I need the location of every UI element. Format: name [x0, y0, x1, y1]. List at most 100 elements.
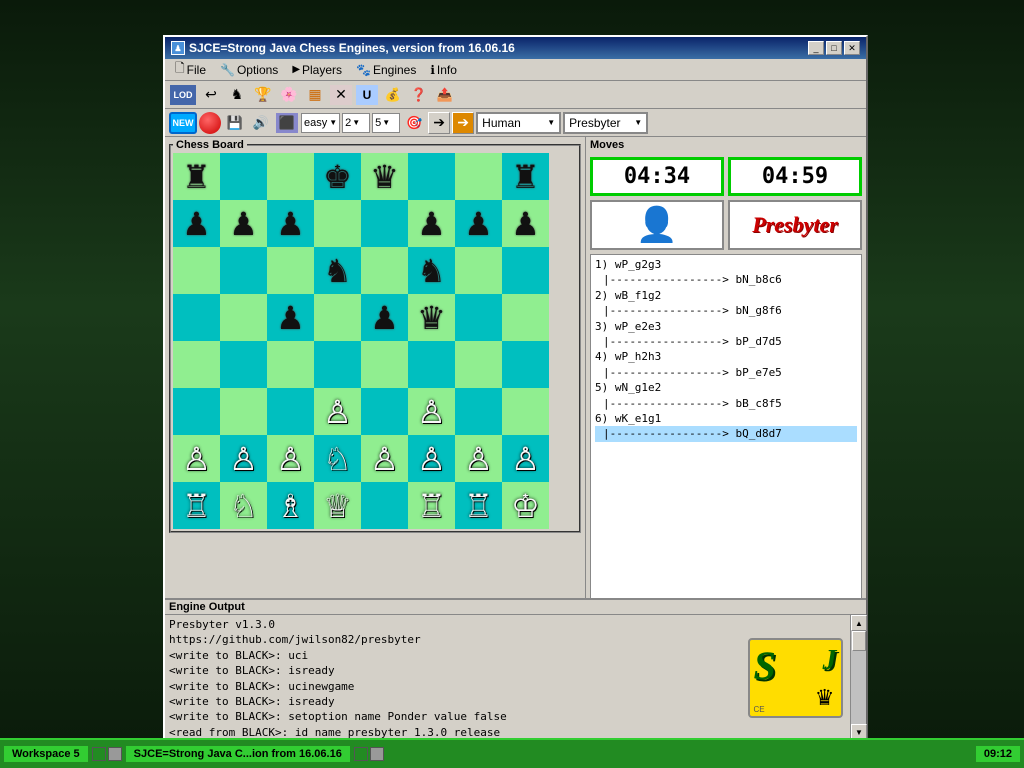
chess-board[interactable]: ♜♚♛♜♟♟♟♟♟♟♞♞♟♟♛♙♙♙♙♙♘♙♙♙♙♖♘♗♕♖♖♔ — [173, 153, 549, 529]
cell-7-0[interactable]: ♖ — [173, 482, 220, 529]
load-button[interactable]: LOD — [169, 84, 197, 106]
cell-7-2[interactable]: ♗ — [267, 482, 314, 529]
menu-players[interactable]: ▶ Players — [286, 62, 348, 78]
cell-5-3[interactable]: ♙ — [314, 388, 361, 435]
menu-options[interactable]: 🔧 Options — [214, 62, 284, 78]
undo-button[interactable]: ↩ — [199, 84, 223, 106]
cell-0-4[interactable]: ♛ — [361, 153, 408, 200]
cell-3-5[interactable]: ♛ — [408, 294, 455, 341]
new-button[interactable]: NEW — [169, 112, 197, 134]
cell-7-6[interactable]: ♖ — [455, 482, 502, 529]
cell-7-7[interactable]: ♔ — [502, 482, 549, 529]
engine-scrollbar[interactable]: ▲ ▼ — [850, 615, 866, 740]
taskbar-window-title[interactable]: SJCE=Strong Java C...ion from 16.06.16 — [126, 746, 350, 762]
forward-button[interactable]: 📤 — [433, 84, 457, 106]
cell-1-6[interactable]: ♟ — [455, 200, 502, 247]
cell-4-0[interactable] — [173, 341, 220, 388]
taskbar-dot-4[interactable] — [370, 747, 384, 761]
x-button[interactable]: ✕ — [329, 84, 353, 106]
cell-0-2[interactable] — [267, 153, 314, 200]
cell-2-6[interactable] — [455, 247, 502, 294]
cell-4-2[interactable] — [267, 341, 314, 388]
cell-2-1[interactable] — [220, 247, 267, 294]
cell-6-3[interactable]: ♘ — [314, 435, 361, 482]
close-button[interactable]: ✕ — [844, 41, 860, 55]
menu-engines[interactable]: 🐾 Engines — [350, 62, 422, 78]
cell-7-3[interactable]: ♕ — [314, 482, 361, 529]
cell-4-3[interactable] — [314, 341, 361, 388]
cell-2-4[interactable] — [361, 247, 408, 294]
cell-0-5[interactable] — [408, 153, 455, 200]
cell-5-4[interactable] — [361, 388, 408, 435]
cell-2-2[interactable] — [267, 247, 314, 294]
cell-3-3[interactable] — [314, 294, 361, 341]
cell-5-7[interactable] — [502, 388, 549, 435]
save-button[interactable]: 💾 — [223, 112, 247, 134]
scroll-thumb[interactable] — [852, 631, 866, 651]
cell-6-4[interactable]: ♙ — [361, 435, 408, 482]
human-dropdown[interactable]: Human ▼ — [476, 112, 561, 134]
cell-2-7[interactable] — [502, 247, 549, 294]
cell-5-0[interactable] — [173, 388, 220, 435]
menu-file[interactable]: 🗋 File — [169, 58, 212, 81]
cell-5-5[interactable]: ♙ — [408, 388, 455, 435]
help-button[interactable]: ❓ — [407, 84, 431, 106]
cell-0-3[interactable]: ♚ — [314, 153, 361, 200]
cell-4-4[interactable] — [361, 341, 408, 388]
flower-button[interactable]: 🌸 — [277, 84, 301, 106]
cell-0-6[interactable] — [455, 153, 502, 200]
trophy-button[interactable]: 🏆 — [251, 84, 275, 106]
cell-0-0[interactable]: ♜ — [173, 153, 220, 200]
board-button[interactable]: ⬛ — [275, 112, 299, 134]
cell-1-3[interactable] — [314, 200, 361, 247]
cell-1-5[interactable]: ♟ — [408, 200, 455, 247]
cell-3-6[interactable] — [455, 294, 502, 341]
cell-4-7[interactable] — [502, 341, 549, 388]
menu-info[interactable]: ℹ Info — [424, 62, 463, 78]
cell-6-5[interactable]: ♙ — [408, 435, 455, 482]
cell-2-5[interactable]: ♞ — [408, 247, 455, 294]
cell-4-5[interactable] — [408, 341, 455, 388]
cell-5-2[interactable] — [267, 388, 314, 435]
cell-4-6[interactable] — [455, 341, 502, 388]
cell-6-0[interactable]: ♙ — [173, 435, 220, 482]
cell-2-3[interactable]: ♞ — [314, 247, 361, 294]
coin-button[interactable]: 💰 — [381, 84, 405, 106]
minimize-button[interactable]: _ — [808, 41, 824, 55]
num2-dropdown[interactable]: 5 ▼ — [372, 113, 400, 133]
engine-dropdown[interactable]: Presbyter ▼ — [563, 112, 648, 134]
cell-3-4[interactable]: ♟ — [361, 294, 408, 341]
cell-6-1[interactable]: ♙ — [220, 435, 267, 482]
go-right-button[interactable]: ➔ — [428, 112, 450, 134]
workspace-dot-2[interactable] — [108, 747, 122, 761]
cell-0-1[interactable] — [220, 153, 267, 200]
volume-button[interactable]: 🔊 — [249, 112, 273, 134]
cell-6-6[interactable]: ♙ — [455, 435, 502, 482]
cell-2-0[interactable] — [173, 247, 220, 294]
cell-3-1[interactable] — [220, 294, 267, 341]
taskbar-dot-3[interactable] — [354, 747, 368, 761]
cell-7-1[interactable]: ♘ — [220, 482, 267, 529]
go-right2-button[interactable]: ➔ — [452, 112, 474, 134]
cell-6-2[interactable]: ♙ — [267, 435, 314, 482]
board2-button[interactable]: 🎯 — [402, 112, 426, 134]
difficulty-dropdown[interactable]: easy ▼ — [301, 113, 340, 133]
cell-4-1[interactable] — [220, 341, 267, 388]
cell-1-1[interactable]: ♟ — [220, 200, 267, 247]
cell-7-5[interactable]: ♖ — [408, 482, 455, 529]
cell-1-4[interactable] — [361, 200, 408, 247]
scroll-up-button[interactable]: ▲ — [851, 615, 867, 631]
cell-3-7[interactable] — [502, 294, 549, 341]
cell-3-0[interactable] — [173, 294, 220, 341]
maximize-button[interactable]: □ — [826, 41, 842, 55]
num1-dropdown[interactable]: 2 ▼ — [342, 113, 370, 133]
cell-1-7[interactable]: ♟ — [502, 200, 549, 247]
u-button[interactable]: U — [355, 84, 379, 106]
cell-1-2[interactable]: ♟ — [267, 200, 314, 247]
cell-7-4[interactable] — [361, 482, 408, 529]
cell-5-6[interactable] — [455, 388, 502, 435]
cell-6-7[interactable]: ♙ — [502, 435, 549, 482]
cell-1-0[interactable]: ♟ — [173, 200, 220, 247]
grid-button[interactable]: ▦ — [303, 84, 327, 106]
cell-0-7[interactable]: ♜ — [502, 153, 549, 200]
